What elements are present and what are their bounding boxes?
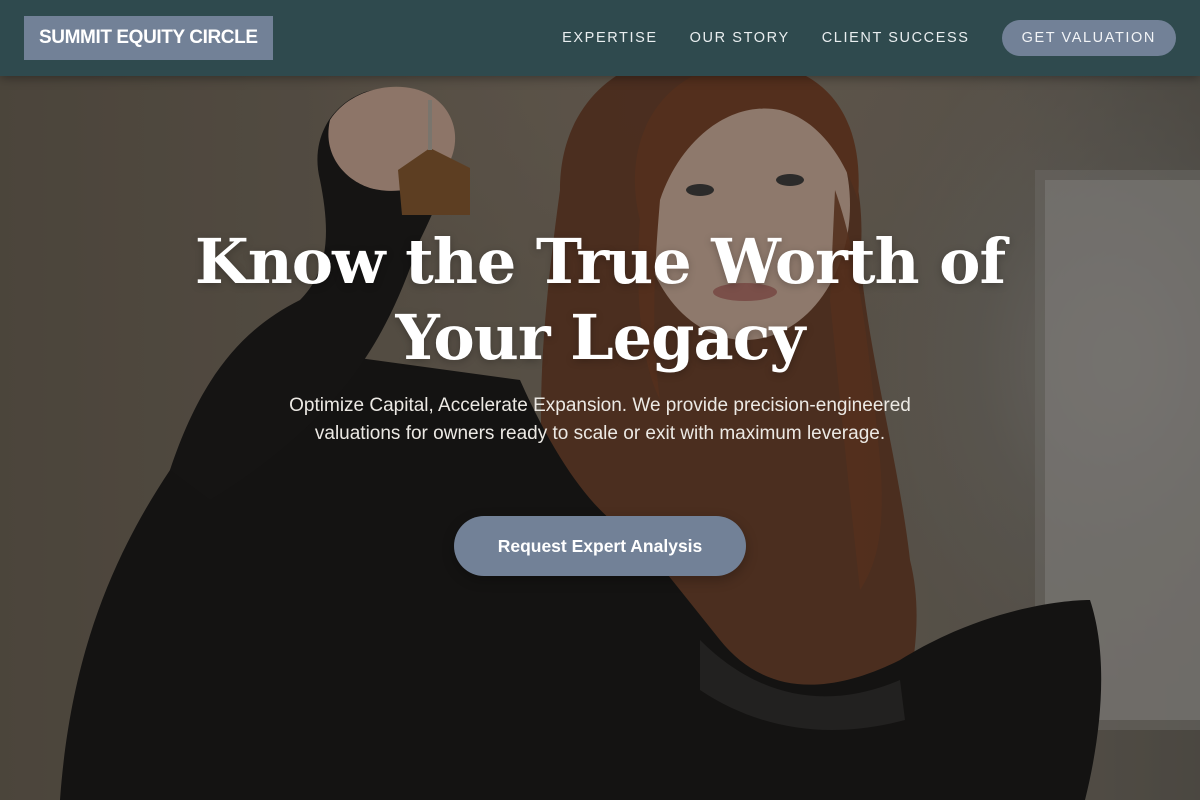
navbar: SUMMIT EQUITY CIRCLE EXPERTISE OUR STORY… [0, 0, 1200, 76]
nav-link-our-story[interactable]: OUR STORY [690, 30, 790, 46]
nav-link-client-success[interactable]: CLIENT SUCCESS [822, 30, 970, 46]
nav-link-expertise[interactable]: EXPERTISE [562, 30, 658, 46]
hero-headline: Know the True Worth of Your Legacy [194, 225, 1006, 374]
hero-subtext: Optimize Capital, Accelerate Expansion. … [289, 395, 911, 444]
get-valuation-button[interactable]: GET VALUATION [1001, 20, 1176, 56]
hero-section: Know the True Worth of Your Legacy Optim… [0, 76, 1200, 800]
request-expert-analysis-button[interactable]: Request Expert Analysis [454, 516, 746, 576]
brand-logo[interactable]: SUMMIT EQUITY CIRCLE [24, 16, 273, 60]
nav-links: EXPERTISE OUR STORY CLIENT SUCCESS GET V… [530, 20, 1176, 56]
